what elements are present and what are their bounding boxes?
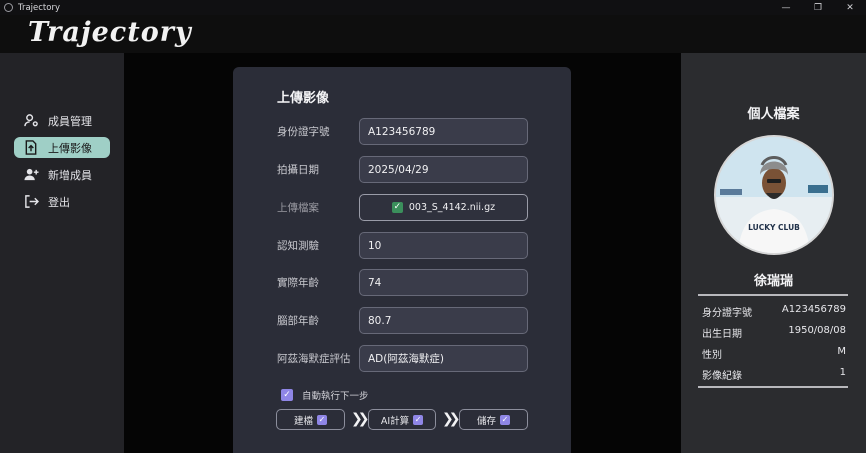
sidebar-item-label: 新增成員 <box>48 168 92 182</box>
step-check-icon: ✓ <box>500 414 510 425</box>
double-chevron-icon: ❯❯ <box>351 411 370 427</box>
brain-age-label: 腦部年齡 <box>277 315 319 327</box>
restore-button[interactable]: ❐ <box>802 0 834 15</box>
app-logo: Trajectory <box>28 17 192 48</box>
sidebar: 成員管理 上傳影像 新增成員 登出 <box>0 53 124 453</box>
info-value: 1950/08/08 <box>788 325 846 336</box>
auto-next-checkbox[interactable]: ✓ <box>281 389 293 401</box>
app-icon <box>4 3 13 12</box>
age-input[interactable]: 74 <box>359 269 528 296</box>
date-row: 拍攝日期 2025/04/29 <box>233 156 571 183</box>
id-input[interactable]: A123456789 <box>359 118 528 145</box>
app-header: Trajectory <box>0 15 866 53</box>
step-label: 儲存 <box>476 415 496 427</box>
age-row: 實際年齡 74 <box>233 269 571 296</box>
brain-age-input[interactable]: 80.7 <box>359 307 528 334</box>
file-label: 上傳檔案 <box>277 202 319 214</box>
upload-file-icon <box>23 140 39 156</box>
main-area: 上傳影像 身份證字號 A123456789 拍攝日期 2025/04/29 上傳… <box>124 53 681 453</box>
info-key: 性別 <box>702 350 722 361</box>
minimize-button[interactable]: — <box>770 0 802 15</box>
step-ai-button[interactable]: AI計算 ✓ <box>368 409 436 430</box>
form-title: 上傳影像 <box>277 91 330 106</box>
step-label: 建檔 <box>293 415 313 427</box>
id-label: 身份證字號 <box>277 126 330 138</box>
close-button[interactable]: ✕ <box>834 0 866 15</box>
info-value: A123456789 <box>781 304 846 315</box>
info-row-birth: 出生日期 1950/08/08 <box>702 325 846 341</box>
info-key: 身分證字號 <box>702 308 752 319</box>
step-save-button[interactable]: 儲存 ✓ <box>459 409 528 430</box>
info-key: 影像紀錄 <box>702 371 742 382</box>
file-row: 上傳檔案 ✓ 003_S_4142.nii.gz <box>233 194 571 221</box>
cognitive-row: 認知測驗 10 <box>233 232 571 259</box>
ad-input[interactable]: AD(阿茲海默症) <box>359 345 528 372</box>
step-create-button[interactable]: 建檔 ✓ <box>276 409 345 430</box>
step-check-icon: ✓ <box>413 414 424 425</box>
ad-row: 阿茲海默症評估 AD(阿茲海默症) <box>233 345 571 372</box>
auto-next-label: 自動執行下一步 <box>302 391 369 402</box>
add-user-icon <box>23 167 39 183</box>
sidebar-item-member-manage[interactable]: 成員管理 <box>14 110 110 131</box>
file-name: 003_S_4142.nii.gz <box>408 202 496 213</box>
sidebar-item-upload[interactable]: 上傳影像 <box>14 137 110 158</box>
member-manage-icon <box>23 113 39 129</box>
shirt-text: LUCKY CLUB <box>748 223 800 232</box>
date-input[interactable]: 2025/04/29 <box>359 156 528 183</box>
brain-age-row: 腦部年齡 80.7 <box>233 307 571 334</box>
logout-icon <box>23 194 39 210</box>
sidebar-item-label: 上傳影像 <box>48 141 92 155</box>
profile-panel: 個人檔案 LUCKY CLUB 徐瑞瑞 身分證字號 A123456789 出生日… <box>681 53 866 453</box>
step-label: AI計算 <box>380 415 410 427</box>
avatar: LUCKY CLUB <box>714 135 834 255</box>
info-row-image-records: 影像紀錄 1 <box>702 367 846 383</box>
ad-label: 阿茲海默症評估 <box>277 353 351 365</box>
info-key: 出生日期 <box>702 329 742 340</box>
window-controls: — ❐ ✕ <box>770 0 866 15</box>
double-chevron-icon: ❯❯ <box>442 411 461 427</box>
divider <box>698 294 848 296</box>
age-label: 實際年齡 <box>277 277 319 289</box>
file-check-icon: ✓ <box>391 202 403 213</box>
sidebar-item-add-member[interactable]: 新增成員 <box>14 164 110 185</box>
info-value: M <box>837 346 846 357</box>
window-titlebar: Trajectory — ❐ ✕ <box>0 0 866 15</box>
cognitive-label: 認知測驗 <box>277 240 319 252</box>
info-row-id: 身分證字號 A123456789 <box>702 304 846 320</box>
auto-next-step[interactable]: ✓ 自動執行下一步 <box>281 388 369 402</box>
sidebar-item-label: 成員管理 <box>48 114 92 128</box>
info-row-gender: 性別 M <box>702 346 846 362</box>
step-check-icon: ✓ <box>317 414 327 425</box>
profile-title: 個人檔案 <box>747 107 800 122</box>
sidebar-item-logout[interactable]: 登出 <box>14 191 110 212</box>
window-title: Trajectory <box>18 2 60 13</box>
sidebar-item-label: 登出 <box>48 195 70 209</box>
divider <box>698 386 848 388</box>
info-value: 1 <box>839 367 846 378</box>
file-upload-field[interactable]: ✓ 003_S_4142.nii.gz <box>359 194 528 221</box>
profile-name: 徐瑞瑞 <box>753 274 793 289</box>
id-row: 身份證字號 A123456789 <box>233 118 571 145</box>
cognitive-input[interactable]: 10 <box>359 232 528 259</box>
date-label: 拍攝日期 <box>277 164 319 176</box>
upload-form-card: 上傳影像 身份證字號 A123456789 拍攝日期 2025/04/29 上傳… <box>233 67 571 453</box>
